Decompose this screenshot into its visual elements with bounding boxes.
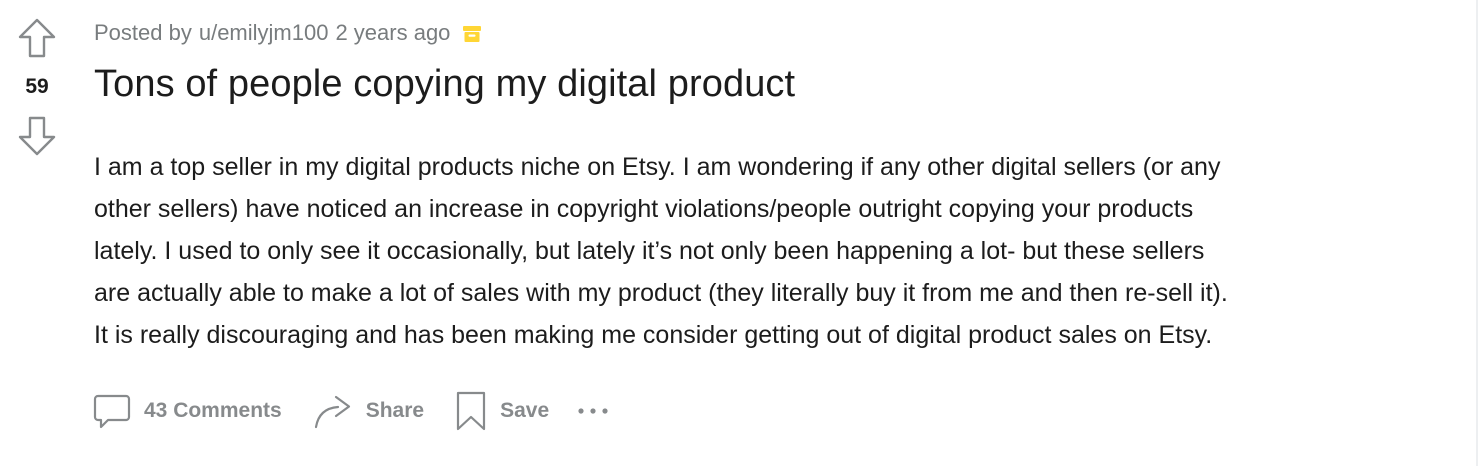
post-meta: Posted by u/emilyjm100 2 years ago	[94, 18, 482, 48]
post-body-line: It is really discouraging and has been m…	[94, 321, 1213, 349]
post-body-line: I am a top seller in my digital products…	[94, 153, 1221, 181]
vote-column: 59	[0, 0, 76, 466]
downvote-arrow-icon	[18, 116, 56, 156]
post-title[interactable]: Tons of people copying my digital produc…	[94, 63, 795, 106]
archive-icon	[462, 24, 482, 44]
save-bookmark-icon	[454, 390, 488, 432]
comments-button[interactable]: 43 Comments	[92, 387, 282, 435]
downvote-button[interactable]	[14, 114, 60, 158]
comment-icon	[92, 391, 132, 431]
vote-score: 59	[25, 75, 49, 98]
post-body-line: are actually able to make a lot of sales…	[94, 279, 1228, 307]
share-button[interactable]: Share	[312, 387, 424, 435]
post-age: 2 years ago	[335, 20, 451, 45]
author-link[interactable]: u/emilyjm100	[199, 20, 329, 46]
upvote-button[interactable]	[14, 16, 60, 60]
share-icon	[312, 391, 354, 431]
save-label: Save	[500, 399, 550, 422]
comments-label: 43 Comments	[144, 399, 282, 422]
post-actions-bar: 43 Comments Share Save	[92, 386, 609, 436]
post-body-line: lately. I used to only see it occasional…	[94, 237, 1205, 265]
post-body: I am a top seller in my digital products…	[94, 146, 1454, 356]
share-label: Share	[365, 399, 425, 422]
more-options-button[interactable]	[577, 387, 609, 435]
save-button[interactable]: Save	[454, 387, 549, 435]
more-options-icon	[578, 408, 608, 414]
post-body-line: other sellers) have noticed an increase …	[94, 195, 1194, 223]
upvote-arrow-icon	[18, 18, 56, 58]
posted-by-label: Posted by	[94, 20, 192, 45]
